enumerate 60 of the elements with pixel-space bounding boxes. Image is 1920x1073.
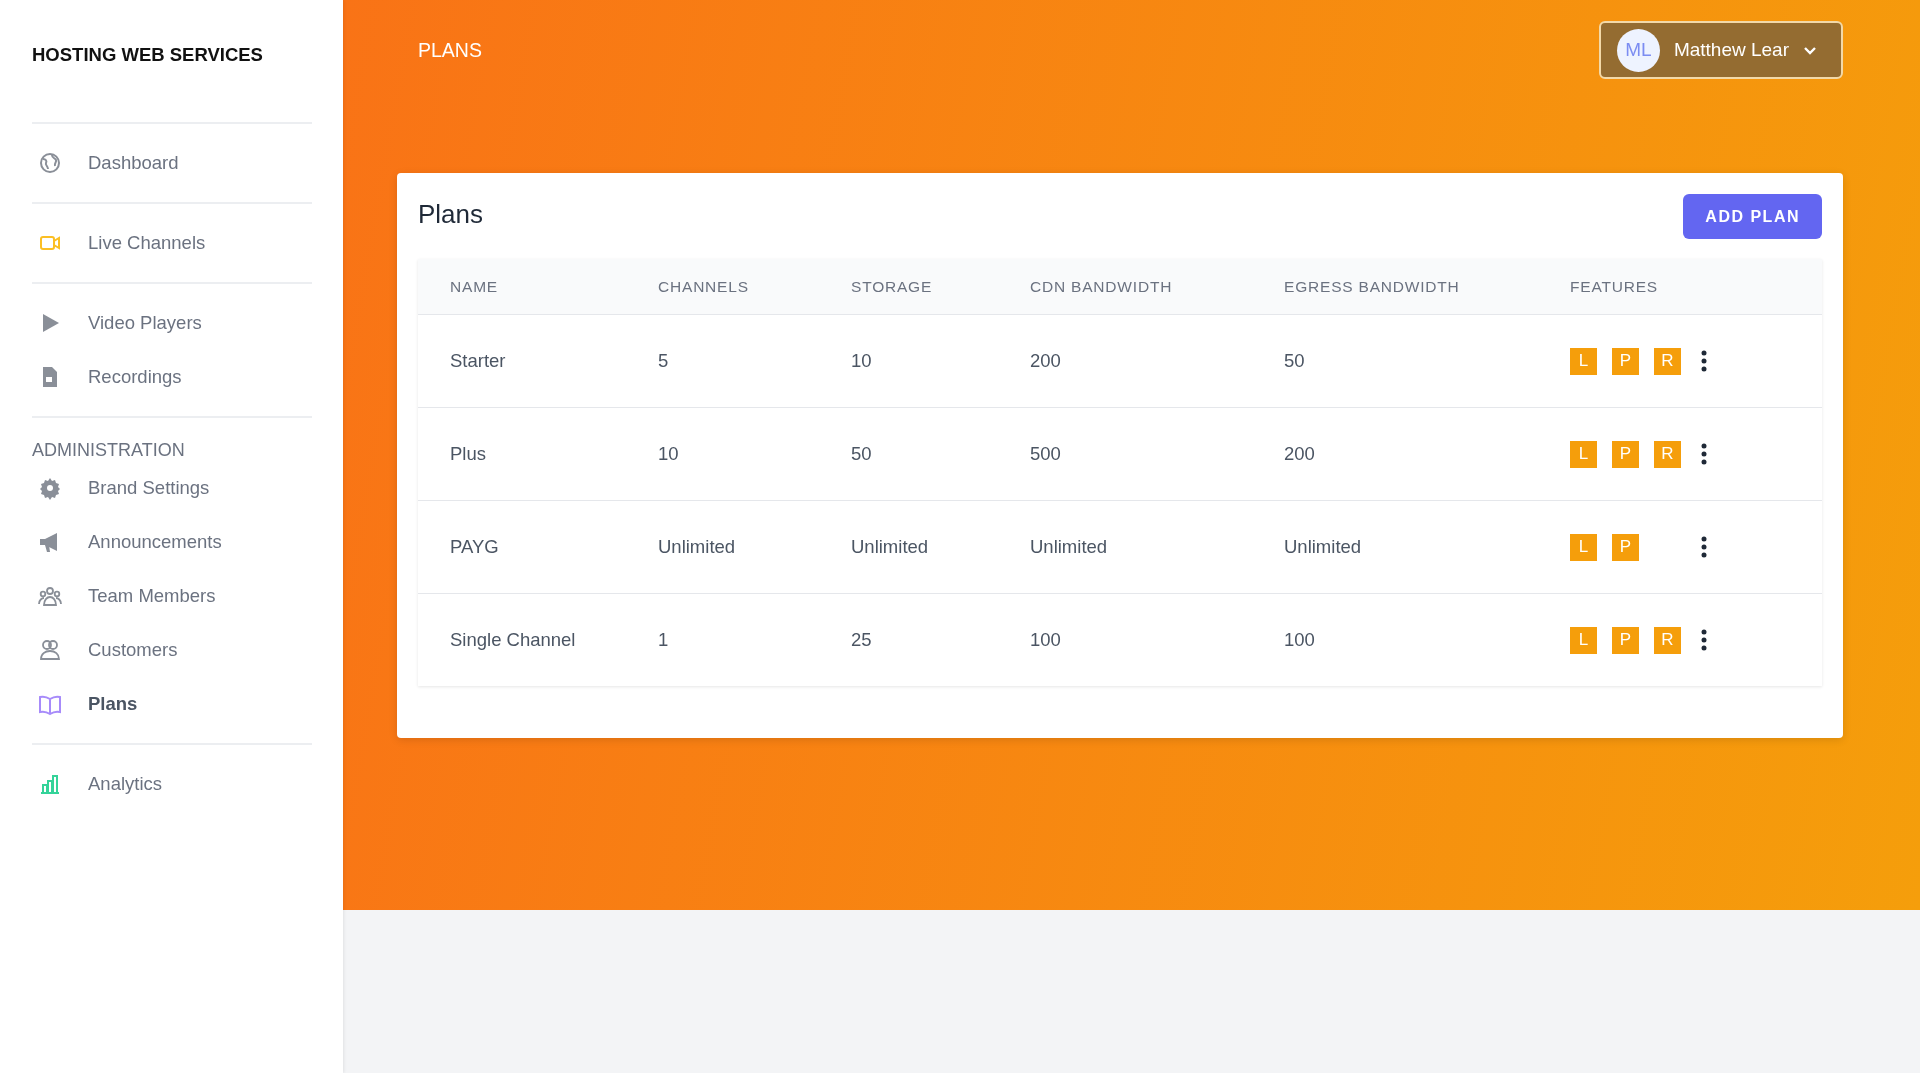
- brand-title: HOSTING WEB SERVICES: [32, 44, 263, 66]
- feature-badge: L: [1570, 626, 1597, 654]
- table-cell: 100: [1284, 629, 1315, 650]
- table-cell: PAYG: [450, 536, 499, 557]
- sidebar-item[interactable]: Analytics: [32, 757, 298, 811]
- table-cell: 50: [1284, 350, 1305, 371]
- sidebar-item[interactable]: Announcements: [32, 515, 298, 569]
- user-menu-button[interactable]: ML Matthew Lear: [1598, 21, 1843, 79]
- more-vertical-icon: [1701, 443, 1707, 465]
- table-cell: Unlimited: [1030, 536, 1108, 557]
- column-header: CDN BANDWIDTH: [1030, 277, 1173, 295]
- feature-badge: R: [1654, 626, 1681, 654]
- table-cell: 5: [658, 350, 669, 371]
- avatar: ML: [1616, 28, 1660, 72]
- column-header: EGRESS BANDWIDTH: [1284, 277, 1460, 295]
- table-cell: Unlimited: [1284, 536, 1362, 557]
- more-vertical-icon: [1701, 536, 1707, 558]
- column-header: CHANNELS: [658, 277, 749, 295]
- feature-badge: R: [1654, 440, 1681, 468]
- chevron-down-icon: [1803, 45, 1817, 55]
- table-cell: Starter: [450, 350, 506, 371]
- user-name: Matthew Lear: [1673, 39, 1789, 61]
- table-cell: 1: [658, 629, 669, 650]
- card-title: Plans: [418, 199, 484, 230]
- sidebar-item[interactable]: Customers: [32, 623, 298, 677]
- add-plan-button[interactable]: ADD PLAN: [1683, 194, 1822, 239]
- sidebar-item[interactable]: Video Players: [32, 296, 298, 350]
- table-cell: Plus: [450, 443, 486, 464]
- feature-badge: L: [1570, 347, 1597, 375]
- feature-badge: P: [1612, 440, 1639, 468]
- table-cell: 25: [851, 629, 872, 650]
- table-cell: Unlimited: [851, 536, 929, 557]
- table-cell: 200: [1284, 443, 1315, 464]
- table-cell: 100: [1030, 629, 1061, 650]
- sidebar-item[interactable]: Dashboard: [32, 136, 298, 190]
- table-cell: 10: [658, 443, 679, 464]
- feature-badge: L: [1570, 533, 1597, 561]
- table-cell: Unlimited: [658, 536, 736, 557]
- feature-badge: P: [1612, 626, 1639, 654]
- sidebar-item[interactable]: Recordings: [32, 350, 298, 404]
- table-cell: 10: [851, 350, 872, 371]
- table-cell: 50: [851, 443, 872, 464]
- page-title: PLANS: [418, 38, 482, 62]
- feature-badge: R: [1654, 347, 1681, 375]
- table-cell: 200: [1030, 350, 1061, 371]
- feature-badge: P: [1612, 347, 1639, 375]
- feature-badge: P: [1612, 533, 1639, 561]
- column-header: FEATURES: [1570, 277, 1658, 295]
- column-header: NAME: [450, 277, 498, 295]
- more-vertical-icon: [1701, 629, 1707, 651]
- feature-badge: L: [1570, 440, 1597, 468]
- sidebar-item[interactable]: Team Members: [32, 569, 298, 623]
- sidebar-item[interactable]: Live Channels: [32, 216, 298, 270]
- more-vertical-icon: [1701, 350, 1707, 372]
- sidebar-item[interactable]: Brand Settings: [32, 461, 298, 515]
- table-cell: Single Channel: [450, 629, 576, 650]
- section-heading: ADMINISTRATION: [32, 440, 185, 461]
- table-cell: 500: [1030, 443, 1061, 464]
- sidebar-item[interactable]: Plans: [32, 677, 298, 731]
- column-header: STORAGE: [851, 277, 933, 295]
